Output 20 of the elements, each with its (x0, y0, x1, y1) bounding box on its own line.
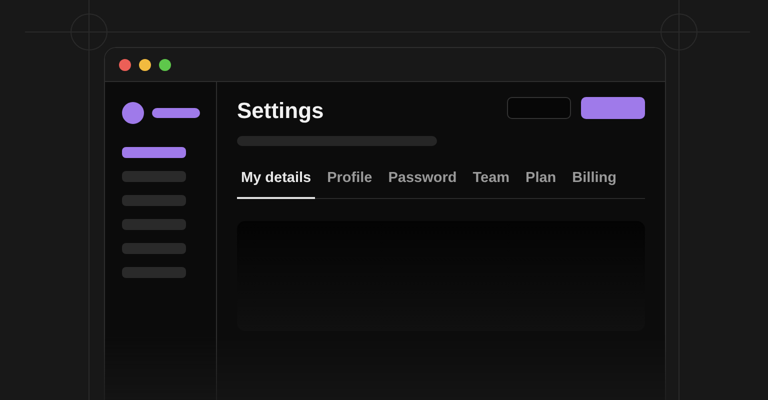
sidebar-item[interactable] (122, 219, 186, 230)
secondary-button[interactable] (507, 97, 571, 119)
tab[interactable]: Password (384, 164, 461, 199)
logo-placeholder-bar (152, 108, 200, 118)
sidebar-item[interactable] (122, 243, 186, 254)
primary-button[interactable] (581, 97, 645, 119)
window-title: Settings (237, 98, 324, 124)
close-icon[interactable] (119, 58, 131, 70)
tab[interactable]: Billing (568, 164, 620, 199)
sidebar-item[interactable] (122, 171, 186, 182)
sidebar-item[interactable] (122, 267, 186, 278)
tab[interactable]: Plan (522, 164, 560, 199)
sidebar-item[interactable] (122, 147, 186, 158)
tab[interactable]: Profile (323, 164, 376, 199)
tab[interactable]: Team (468, 164, 514, 199)
minimize-icon[interactable] (139, 58, 151, 70)
sidebar-item[interactable] (122, 195, 186, 206)
tab[interactable]: My details (237, 164, 316, 199)
maximize-icon[interactable] (159, 58, 171, 70)
logo-icon (122, 102, 144, 124)
